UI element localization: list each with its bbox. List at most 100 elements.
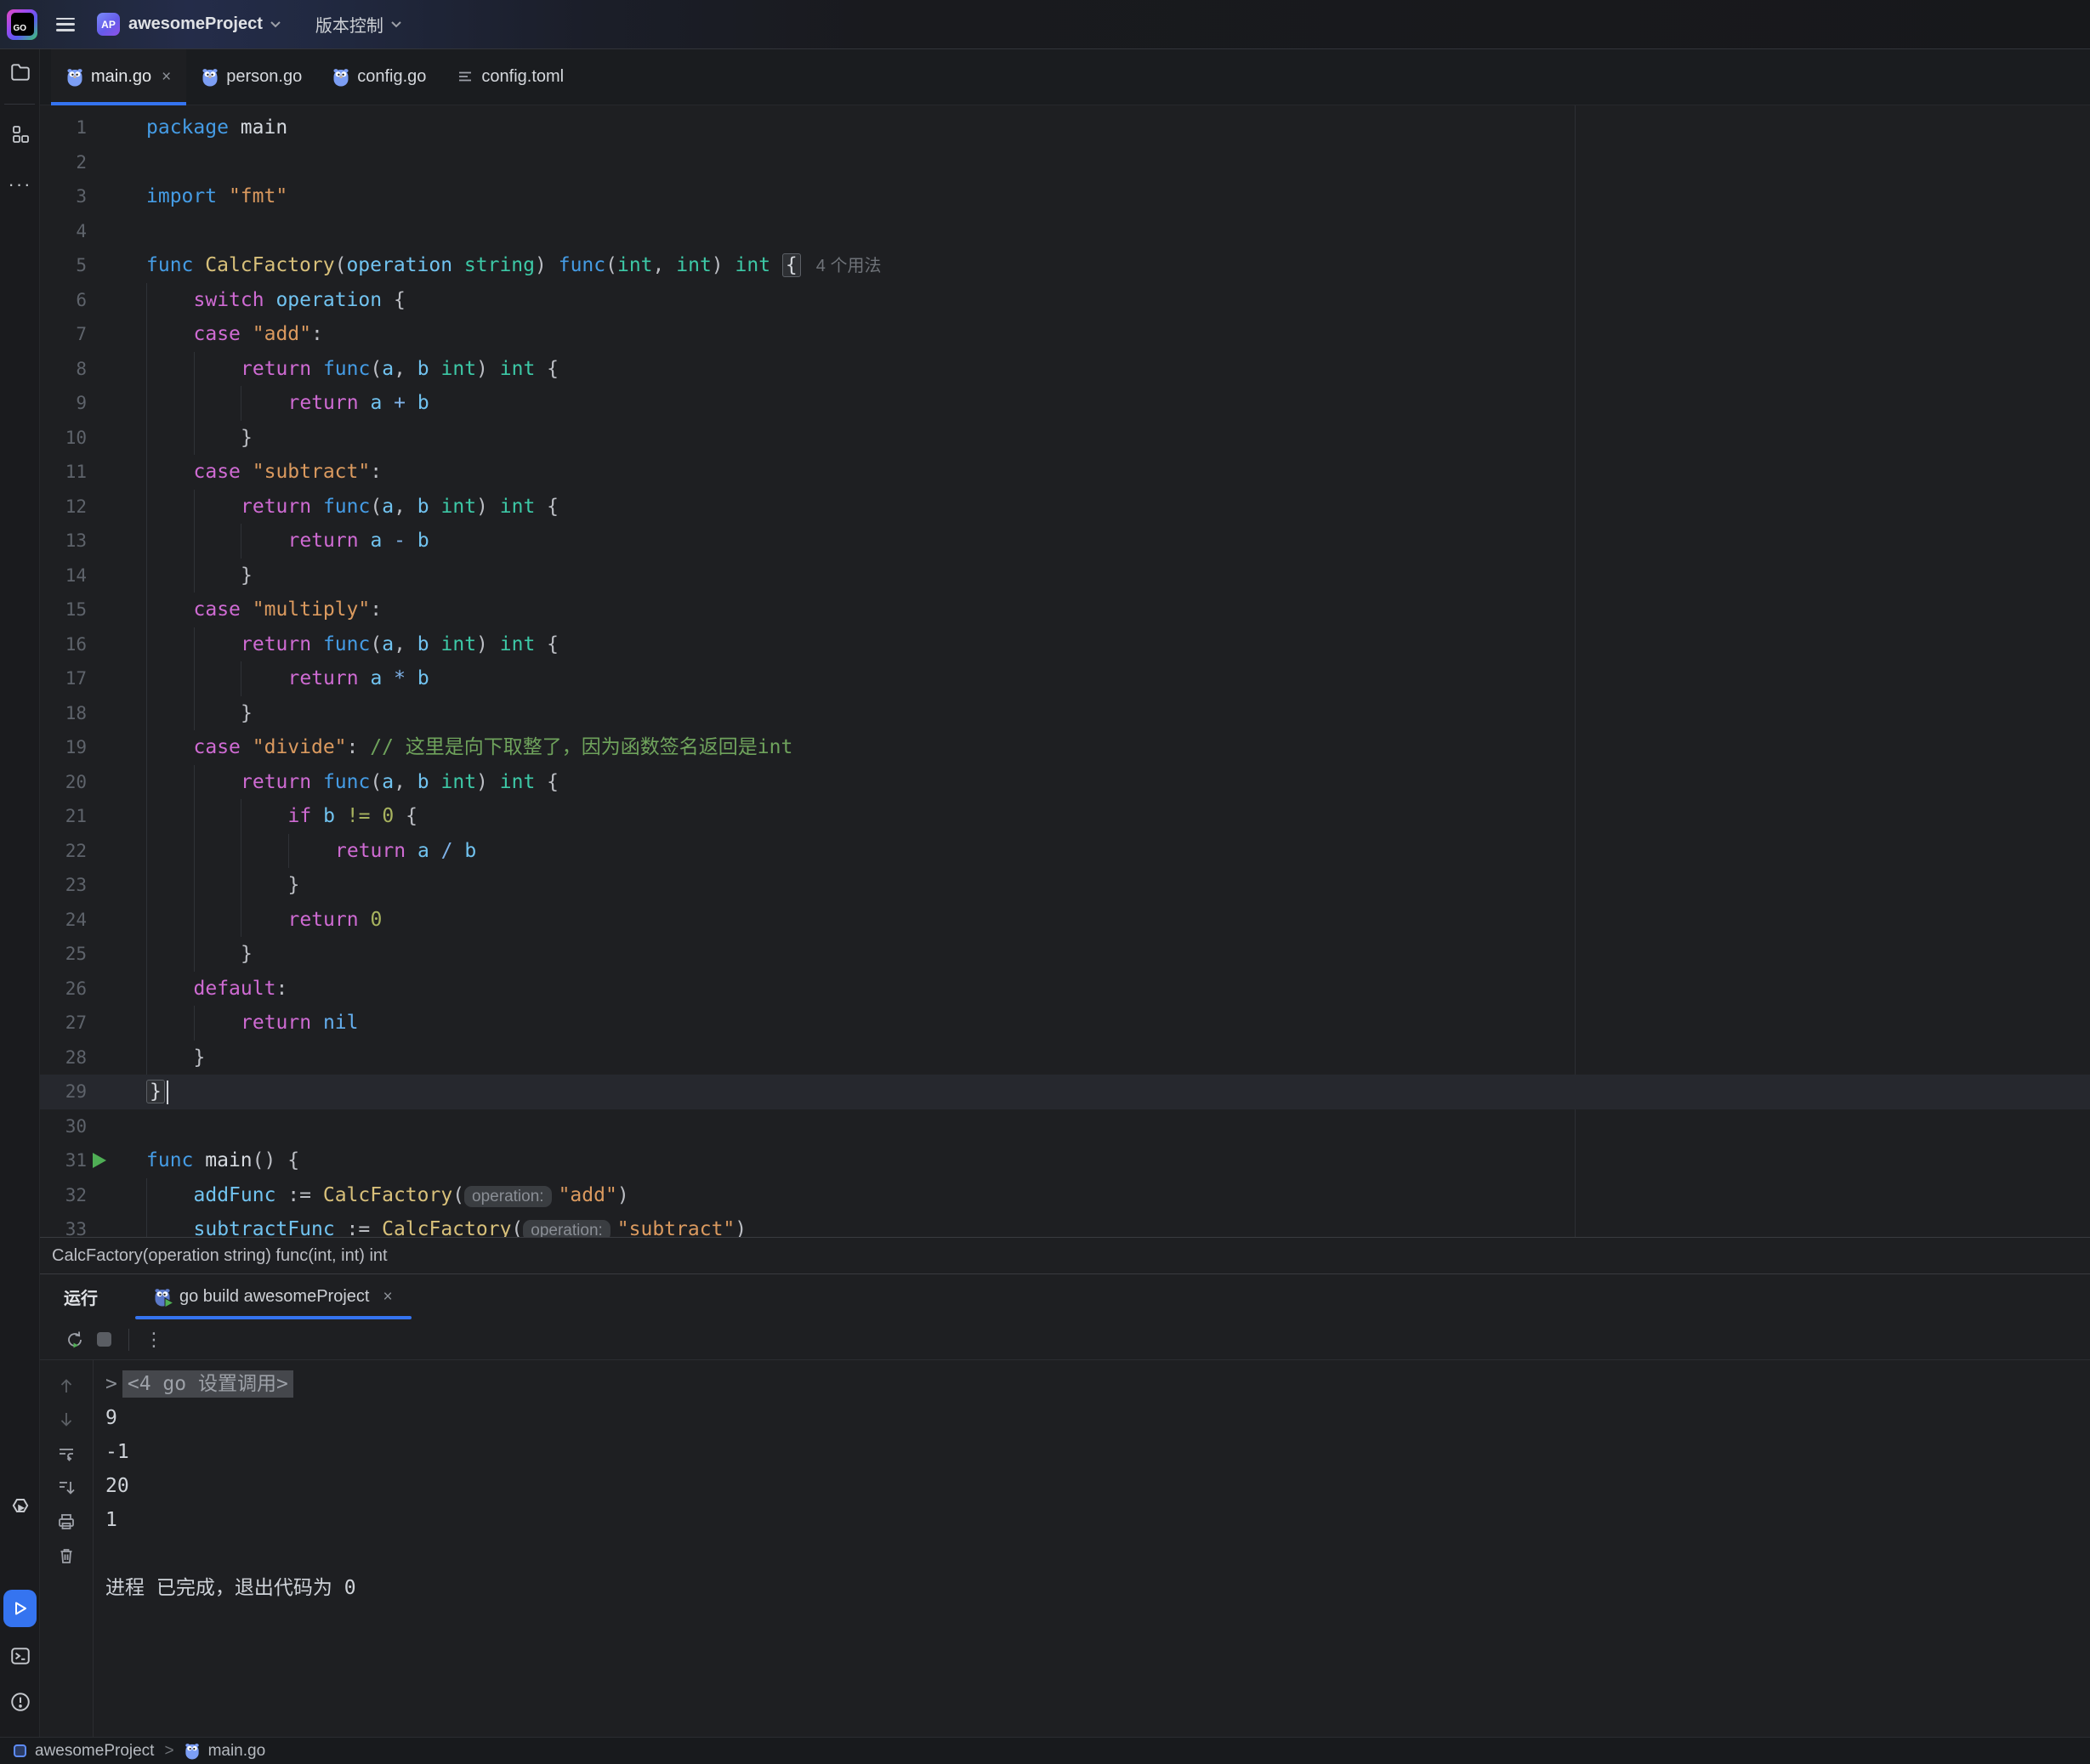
code-line[interactable]: 26 default: [40,972,2090,1007]
code-line[interactable]: 5func CalcFactory(operation string) func… [40,248,2090,283]
project-selector[interactable]: awesomeProject [128,14,263,34]
line-number: 28 [40,1041,87,1075]
tab-main-go[interactable]: main.go × [51,49,186,105]
code-line[interactable]: 28} [40,1041,2090,1075]
goland-window: GO AP awesomeProject 版本控制 ··· [0,0,2090,1764]
code-line[interactable]: 33subtractFunc := CalcFactory(operation:… [40,1212,2090,1237]
code-line[interactable]: 11case "subtract": [40,455,2090,490]
console-line: 进程 已完成，退出代码为 0 [94,1571,2090,1605]
down-arrow-icon[interactable] [40,1403,93,1437]
indent-guide [146,283,194,318]
run-config-tab[interactable]: go build awesomeProject × [135,1274,412,1319]
code-line[interactable]: 25} [40,937,2090,972]
run-console[interactable]: ><4 go 设置调用> 9-1201 进程 已完成，退出代码为 0 [94,1360,2090,1737]
indent-guide [146,1006,194,1041]
code-line[interactable]: 4 [40,214,2090,249]
breadcrumb-file[interactable]: main.go [208,1742,266,1761]
trash-icon[interactable] [40,1539,93,1573]
run-gutter-icon[interactable] [93,1153,106,1168]
tab-label: main.go [91,67,151,87]
project-avatar[interactable]: AP [97,13,120,36]
code-line[interactable]: 12return func(a, b int) int { [40,490,2090,525]
close-icon[interactable]: × [162,69,171,85]
code-editor[interactable]: 1package main23import "fmt"45func CalcFa… [40,105,2090,1237]
vcs-widget[interactable]: 版本控制 [315,12,383,37]
indent-guide [241,524,288,559]
tab-config-go[interactable]: config.go [317,49,441,105]
print-icon[interactable] [40,1505,93,1539]
code-text: case "add": [146,323,323,345]
stop-icon[interactable] [89,1325,118,1354]
code-line[interactable]: 2 [40,145,2090,180]
indent-guide [241,799,288,834]
logo-text: GO [14,24,27,33]
breadcrumb-project[interactable]: awesomeProject [35,1742,154,1761]
code-line[interactable]: 22return a / b [40,834,2090,869]
services-icon[interactable] [0,1494,40,1517]
line-number: 5 [40,248,87,283]
gutter-icon-slot [87,1143,112,1180]
code-line[interactable]: 8return func(a, b int) int { [40,352,2090,387]
kebab-menu-icon[interactable]: ⋮ [139,1325,168,1354]
code-line[interactable]: 30 [40,1109,2090,1144]
code-line[interactable]: 14} [40,559,2090,593]
indent-guide [241,868,288,903]
line-number: 26 [40,972,87,1007]
terminal-icon[interactable] [0,1645,40,1667]
indent-guide [288,834,336,869]
code-line[interactable]: 29} [40,1075,2090,1109]
up-arrow-icon[interactable] [40,1369,93,1403]
structure-icon[interactable] [0,124,40,145]
editor-lines: 1package main23import "fmt"45func CalcFa… [40,111,2090,1237]
code-line[interactable]: 7case "add": [40,317,2090,352]
code-line[interactable]: 24return 0 [40,903,2090,938]
problems-icon[interactable] [0,1691,40,1713]
code-line[interactable]: 16return func(a, b int) int { [40,627,2090,662]
signature-hint-bar: CalcFactory(operation string) func(int, … [40,1237,2090,1274]
code-line[interactable]: 10} [40,421,2090,456]
code-line[interactable]: 13return a - b [40,524,2090,559]
tab-config-toml[interactable]: config.toml [441,49,579,105]
code-text: default: [146,978,287,1000]
hamburger-icon[interactable] [56,18,75,31]
code-line[interactable]: 18} [40,696,2090,731]
tab-person-go[interactable]: person.go [186,49,317,105]
console-line: 9 [94,1401,2090,1435]
indent-guide [146,903,194,938]
code-line[interactable]: 27return nil [40,1006,2090,1041]
go-gopher-icon [66,68,83,87]
status-bar: awesomeProject > main.go [0,1737,2090,1764]
code-line[interactable]: 21if b != 0 { [40,799,2090,834]
code-line[interactable]: 3import "fmt" [40,179,2090,214]
code-line[interactable]: 9return a + b [40,386,2090,421]
folded-command[interactable]: <4 go 设置调用> [122,1370,293,1398]
tool-window-bar: ··· [0,49,40,1737]
code-line[interactable]: 1package main [40,111,2090,145]
scroll-end-icon[interactable] [40,1471,93,1505]
code-text: return func(a, b int) int { [146,358,559,380]
toolbar-separator [128,1329,129,1351]
console-fold-chevron[interactable]: > [105,1373,117,1395]
code-line[interactable]: 23} [40,868,2090,903]
text-caret [167,1081,168,1104]
tab-label: person.go [226,67,302,87]
indent-guide [146,455,194,490]
code-line[interactable]: 20return func(a, b int) int { [40,765,2090,800]
code-line[interactable]: 31func main() { [40,1143,2090,1178]
rerun-icon[interactable] [60,1325,89,1354]
soft-wrap-icon[interactable] [40,1437,93,1471]
code-line[interactable]: 19case "divide": // 这里是向下取整了，因为函数签名返回是in… [40,730,2090,765]
run-tool-window-button[interactable] [3,1590,37,1627]
code-line[interactable]: 32addFunc := CalcFactory(operation:"add"… [40,1178,2090,1213]
close-icon[interactable]: × [383,1288,392,1307]
code-line[interactable]: 6switch operation { [40,283,2090,318]
indent-guide [146,765,194,800]
code-text: return func(a, b int) int { [146,771,559,793]
chevron-down-icon [270,20,281,28]
code-line[interactable]: 15case "multiply": [40,593,2090,627]
indent-guide [241,834,288,869]
more-tool-windows-icon[interactable]: ··· [0,173,40,196]
code-line[interactable]: 17return a * b [40,661,2090,696]
indent-guide [146,352,194,387]
project-folder-icon[interactable] [0,61,40,83]
